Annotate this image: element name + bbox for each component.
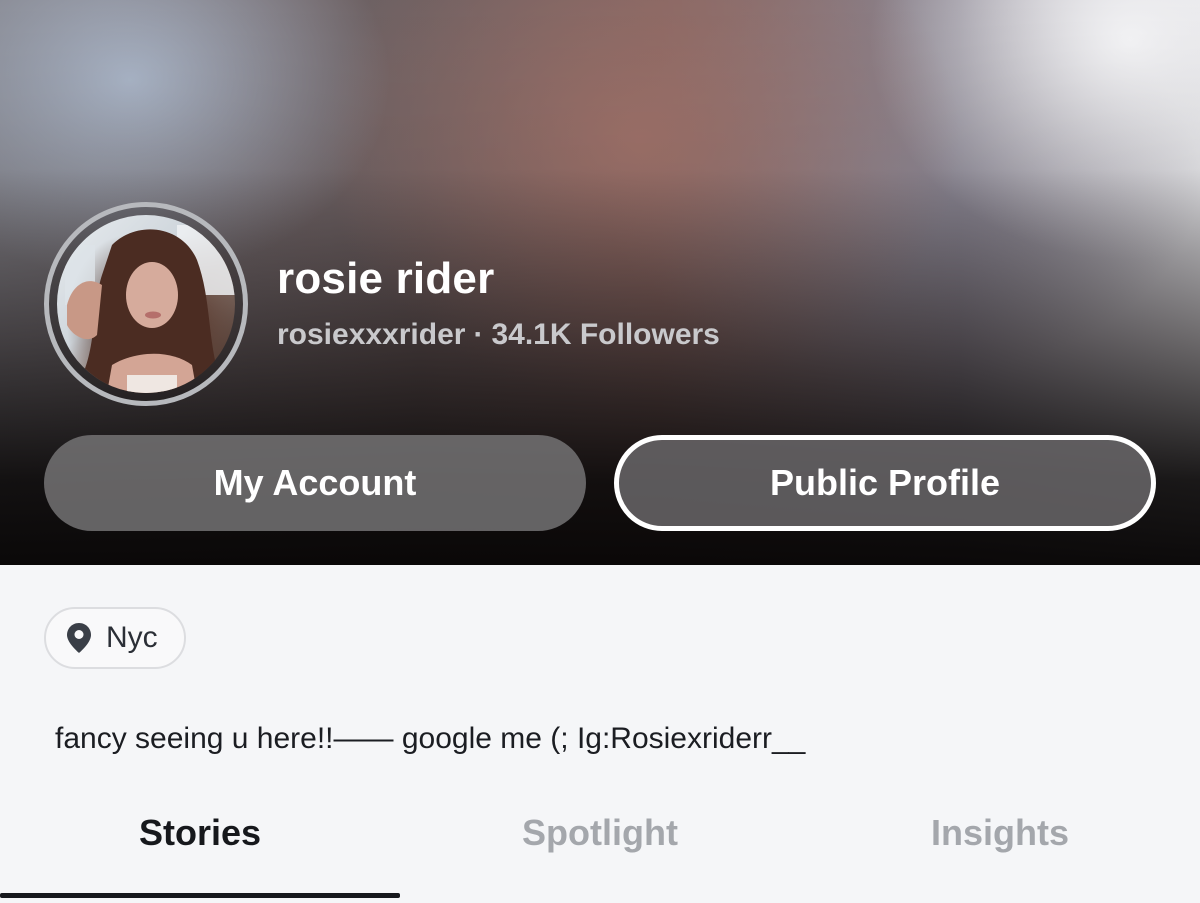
tab-stories[interactable]: Stories (0, 812, 400, 854)
public-profile-button[interactable]: Public Profile (614, 435, 1156, 531)
my-account-button[interactable]: My Account (44, 435, 586, 531)
tab-spotlight[interactable]: Spotlight (400, 812, 800, 854)
display-name: rosie rider (277, 254, 495, 303)
profile-tabs: Stories Spotlight Insights (0, 790, 1200, 903)
location-pin-icon (67, 623, 91, 653)
bio-text: fancy seeing u here!!—— google me (; Ig:… (55, 722, 806, 755)
tab-insights[interactable]: Insights (800, 812, 1200, 854)
separator: · (473, 318, 484, 351)
followers-count[interactable]: 34.1K Followers (491, 318, 719, 351)
active-tab-indicator (0, 893, 400, 898)
username-followers: rosiexxxrider · 34.1K Followers (277, 318, 720, 352)
avatar-ring[interactable] (44, 202, 248, 406)
username: rosiexxxrider (277, 318, 466, 351)
profile-header: rosie rider rosiexxxrider · 34.1K Follower… (0, 0, 1200, 565)
location-label: Nyc (106, 621, 158, 654)
profile-page: rosie rider rosiexxxrider · 34.1K Follower… (0, 0, 1200, 903)
avatar (57, 215, 235, 393)
location-chip[interactable]: Nyc (44, 607, 186, 669)
